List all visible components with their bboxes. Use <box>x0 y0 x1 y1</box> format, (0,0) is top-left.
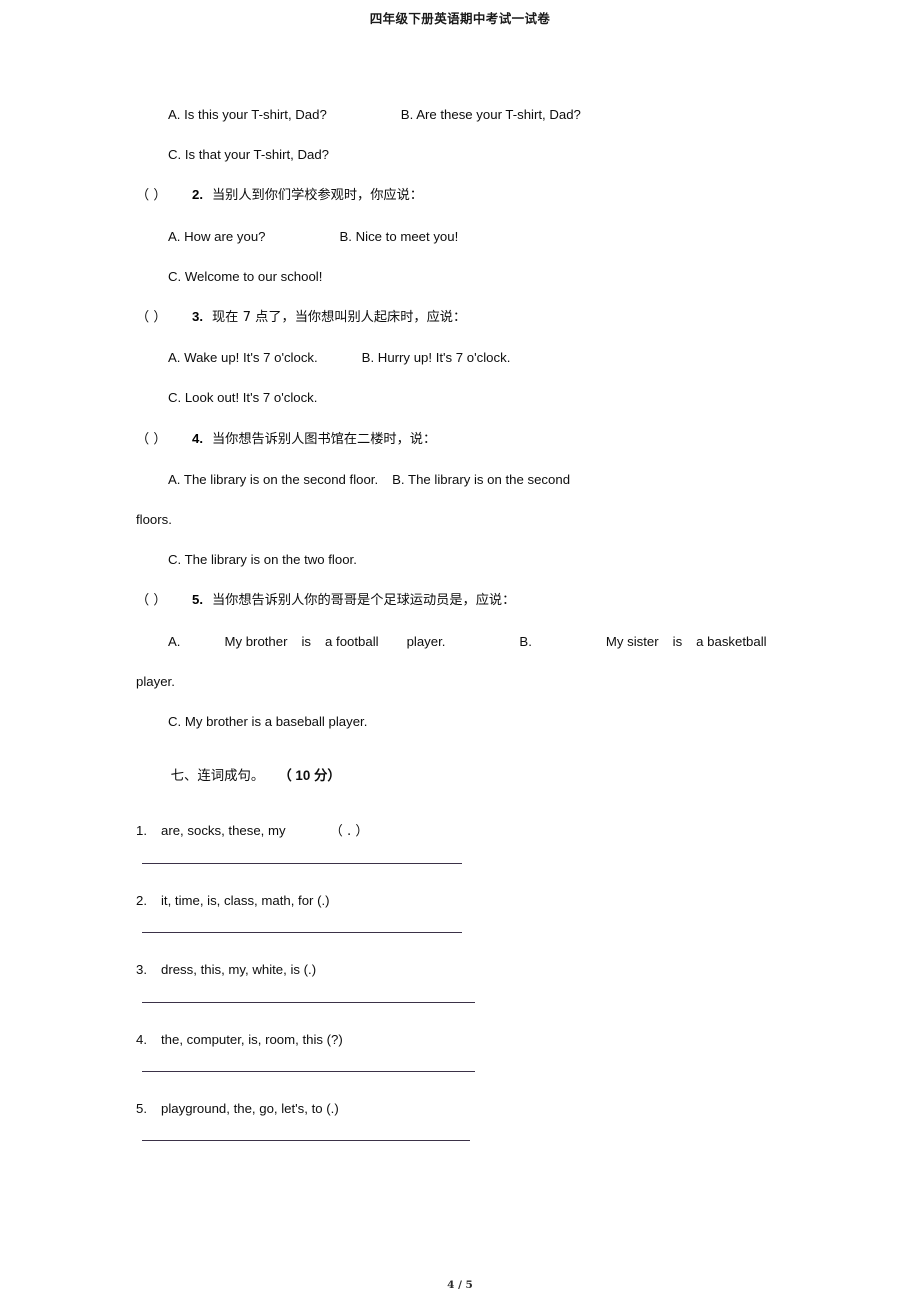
question-2-option-row-ab: A. How are you? B. Nice to meet you! <box>136 229 784 242</box>
question-5-option-b-wrap: player. <box>136 673 175 689</box>
rearrange-item-3-words: dress, this, my, white, is (.) <box>161 962 317 978</box>
rearrange-item-5-row: 5. playground, the, go, let's, to (.) <box>136 1102 784 1115</box>
rearrange-item-2-row: 2. it, time, is, class, math, for (.) <box>136 894 784 907</box>
question-3-option-c-row: C. Look out! It's 7 o'clock. <box>136 391 784 404</box>
section-seven-title: 七、连词成句。 <box>170 768 265 784</box>
question-5-option-b-part2[interactable]: is <box>673 634 683 647</box>
section-seven-heading-row: 七、连词成句。 （ 10 分） <box>136 755 784 797</box>
question-5-option-row-ab: A. My brother is a football player. B. M… <box>136 634 796 647</box>
exam-paper-page: 四年级下册英语期中考试一试卷 A. Is this your T-shirt, … <box>0 0 920 1303</box>
question-5-option-b-label[interactable]: B. <box>519 634 531 647</box>
question-4-stem-text: 当你想告诉别人图书馆在二楼时，说： <box>212 431 437 447</box>
rearrange-item-3-row: 3. dress, this, my, white, is (.) <box>136 963 784 976</box>
question-5-stem-row: （ ） 5. 当你想告诉别人你的哥哥是个足球运动员是，应说： <box>136 593 784 607</box>
question-5-option-a-part1[interactable]: My brother <box>224 634 287 647</box>
rearrange-item-5: 5. playground, the, go, let's, to (.) <box>136 1102 784 1142</box>
exam-content-body: A. Is this your T-shirt, Dad? B. Are the… <box>136 108 784 1142</box>
question-3-option-a[interactable]: A. Wake up! It's 7 o'clock. <box>168 351 318 364</box>
question-2-option-a[interactable]: A. How are you? <box>168 229 266 242</box>
question-2-option-c[interactable]: C. Welcome to our school! <box>136 270 784 283</box>
rearrange-item-1-words: are, socks, these, my <box>161 823 286 839</box>
question-4-stem-row: （ ） 4. 当你想告诉别人图书馆在二楼时，说： <box>136 430 784 447</box>
question-5-option-b-part3[interactable]: a basketball <box>696 634 766 647</box>
question-4-option-a[interactable]: A. The library is on the second floor. <box>168 473 378 486</box>
rearrange-item-4: 4. the, computer, is, room, this (?) <box>136 1033 784 1072</box>
question-1-option-c-row: C. Is that your T-shirt, Dad? <box>136 148 784 161</box>
rearrange-item-1-number: 1. <box>136 823 147 839</box>
question-5-option-c-row: C. My brother is a baseball player. <box>136 715 784 728</box>
question-4-options-row: A. The library is on the second floor. B… <box>136 473 784 486</box>
rearrange-item-2-words: it, time, is, class, math, for (.) <box>161 893 330 909</box>
question-3-number: 3. <box>192 309 203 325</box>
question-1-options-row: A. Is this your T-shirt, Dad? B. Are the… <box>136 108 784 121</box>
question-1-option-c[interactable]: C. Is that your T-shirt, Dad? <box>136 148 784 161</box>
question-5-option-a-label[interactable]: A. <box>168 634 180 647</box>
question-4-answer-bracket[interactable]: （ ） <box>136 432 192 445</box>
question-2-answer-bracket[interactable]: （ ） <box>136 189 192 202</box>
question-3-options-row: A. Wake up! It's 7 o'clock. B. Hurry up!… <box>136 351 784 364</box>
question-5-stem: （ ） 5. 当你想告诉别人你的哥哥是个足球运动员是，应说： <box>136 593 784 607</box>
question-4-option-b-wrap: floors. <box>136 512 172 528</box>
rearrange-item-4-number: 4. <box>136 1031 147 1047</box>
question-1-option-b[interactable]: B. Are these your T-shirt, Dad? <box>401 108 581 121</box>
question-3-option-c[interactable]: C. Look out! It's 7 o'clock. <box>136 391 784 404</box>
question-4-number: 4. <box>192 430 203 446</box>
rearrange-item-2: 2. it, time, is, class, math, for (.) <box>136 894 784 934</box>
rearrange-item-1-punct: （ . ） <box>329 824 369 840</box>
section-seven-heading: 七、连词成句。 （ 10 分） <box>136 755 784 797</box>
question-3-option-row-ab: A. Wake up! It's 7 o'clock. B. Hurry up!… <box>136 351 784 364</box>
question-3-stem-text: 现在 7 点了，当你想叫别人起床时，应说： <box>212 310 467 326</box>
rearrange-item-1: 1. are, socks, these, my （ . ） <box>136 824 784 865</box>
question-2-number: 2. <box>192 187 203 203</box>
rearrange-item-5-words: playground, the, go, let's, to (.) <box>161 1100 339 1116</box>
rearrange-item-2-number: 2. <box>136 893 147 909</box>
question-2-stem-row: （ ） 2. 当别人到你们学校参观时，你应说： <box>136 188 784 202</box>
rearrange-item-5-number: 5. <box>136 1100 147 1116</box>
question-2-options-row: A. How are you? B. Nice to meet you! <box>136 229 784 242</box>
question-5-options-row: A. My brother is a football player. B. M… <box>136 634 784 647</box>
question-5-stem-text: 当你想告诉别人你的哥哥是个足球运动员是，应说： <box>212 593 516 609</box>
question-5-option-a-part3[interactable]: a football <box>325 634 379 647</box>
question-4-option-c[interactable]: C. The library is on the two floor. <box>136 553 784 566</box>
question-2-option-b[interactable]: B. Nice to meet you! <box>340 229 459 242</box>
section-seven-score: （ 10 分） <box>278 767 341 783</box>
question-5-option-c[interactable]: C. My brother is a baseball player. <box>136 715 784 728</box>
question-5-option-b-wrap-row: player. <box>136 675 784 688</box>
rearrange-item-4-row: 4. the, computer, is, room, this (?) <box>136 1033 784 1046</box>
question-4-option-b-wrap-row: floors. <box>136 513 784 526</box>
question-5-number: 5. <box>192 592 203 608</box>
question-2-option-c-row: C. Welcome to our school! <box>136 270 784 283</box>
question-3-answer-bracket[interactable]: （ ） <box>136 311 192 324</box>
rearrange-item-3-number: 3. <box>136 962 147 978</box>
question-2-stem: （ ） 2. 当别人到你们学校参观时，你应说： <box>136 188 784 202</box>
question-2-stem-text: 当别人到你们学校参观时，你应说： <box>212 188 423 204</box>
question-5-option-b-part1[interactable]: My sister <box>606 634 659 647</box>
question-3-stem-row: （ ） 3. 现在 7 点了，当你想叫别人起床时，应说： <box>136 310 784 324</box>
document-header-title: 四年级下册英语期中考试一试卷 <box>369 11 551 26</box>
question-5-option-a-part2[interactable]: is <box>302 634 312 647</box>
rearrange-item-4-words: the, computer, is, room, this (?) <box>161 1031 343 1047</box>
rearrange-item-3: 3. dress, this, my, white, is (.) <box>136 963 784 1003</box>
question-5-option-a-part4[interactable]: player. <box>407 634 446 647</box>
page-number-footer: 4 / 5 <box>447 1279 473 1291</box>
question-1-option-row-ab: A. Is this your T-shirt, Dad? B. Are the… <box>136 108 784 121</box>
question-4-option-row-ab: A. The library is on the second floor. B… <box>136 473 784 486</box>
question-4-option-c-row: C. The library is on the two floor. <box>136 553 784 566</box>
rearrange-item-5-answer-line[interactable] <box>142 1140 470 1142</box>
rearrange-item-1-row: 1. are, socks, these, my （ . ） <box>136 824 784 838</box>
question-1-option-a[interactable]: A. Is this your T-shirt, Dad? <box>168 108 327 121</box>
question-4-stem: （ ） 4. 当你想告诉别人图书馆在二楼时，说： <box>136 430 784 447</box>
question-3-stem: （ ） 3. 现在 7 点了，当你想叫别人起床时，应说： <box>136 310 784 324</box>
question-4-option-b[interactable]: B. The library is on the second <box>392 473 570 486</box>
question-5-answer-bracket[interactable]: （ ） <box>136 594 192 607</box>
question-3-option-b[interactable]: B. Hurry up! It's 7 o'clock. <box>362 351 511 364</box>
